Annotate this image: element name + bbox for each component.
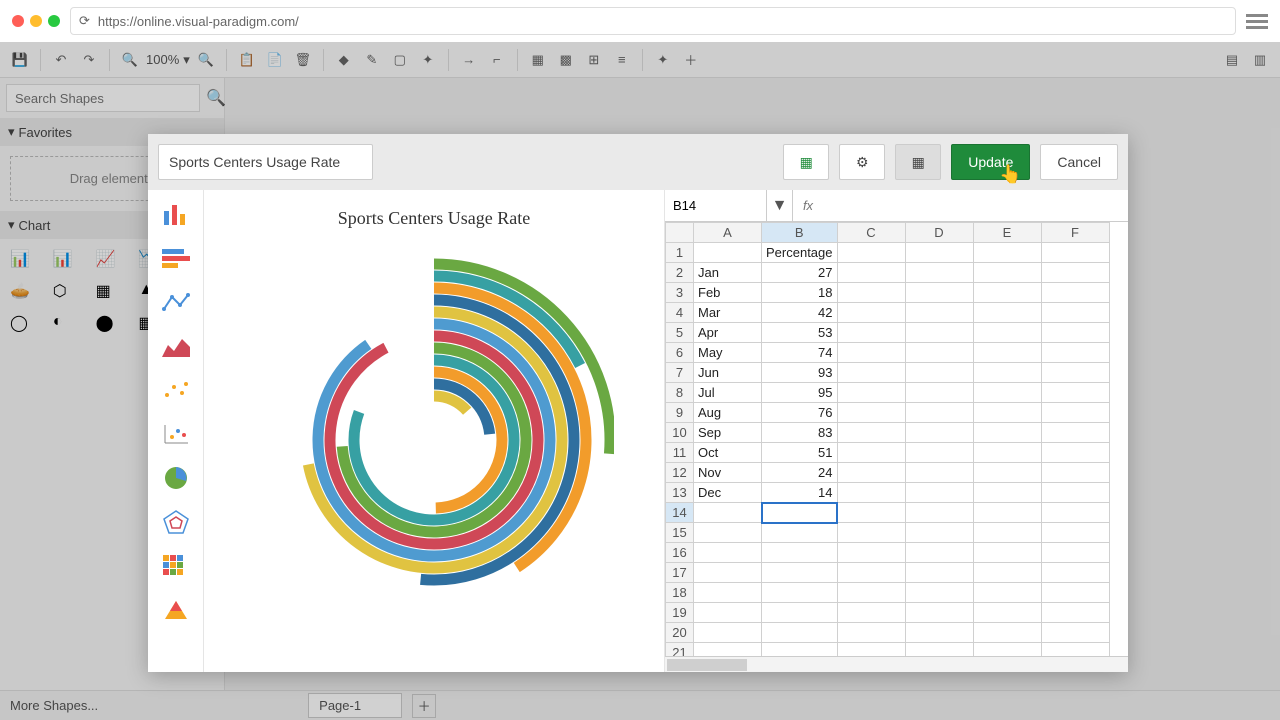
chart-title-input[interactable]: Sports Centers Usage Rate xyxy=(158,144,373,180)
url-text: https://online.visual-paradigm.com/ xyxy=(98,14,299,29)
horizontal-scrollbar[interactable] xyxy=(665,656,1128,672)
radial-bar-chart xyxy=(254,250,614,630)
scatter-chart-type[interactable] xyxy=(158,374,194,406)
scatter-axes-type[interactable] xyxy=(158,418,194,450)
maximize-window[interactable] xyxy=(48,15,60,27)
chart-type-list xyxy=(148,190,204,672)
chart-title-label: Sports Centers Usage Rate xyxy=(204,190,664,229)
area-chart-type[interactable] xyxy=(158,330,194,362)
pie-chart-type[interactable] xyxy=(158,462,194,494)
dialog-header: Sports Centers Usage Rate ▦ ⚙ ▦ Update 👆… xyxy=(148,134,1128,190)
spreadsheet-grid[interactable]: ABCDEF1Percentage2Jan273Feb184Mar425Apr5… xyxy=(665,222,1128,656)
data-spreadsheet: B14 ▼ fx ABCDEF1Percentage2Jan273Feb184M… xyxy=(664,190,1128,672)
import-excel-button[interactable]: ▦ xyxy=(783,144,829,180)
chart-editor-dialog: Sports Centers Usage Rate ▦ ⚙ ▦ Update 👆… xyxy=(148,134,1128,672)
radar-chart-type[interactable] xyxy=(158,506,194,538)
chart-settings-button[interactable]: ⚙ xyxy=(839,144,885,180)
cell-reference-box[interactable]: B14 xyxy=(665,190,767,221)
browser-chrome: ⟳ https://online.visual-paradigm.com/ xyxy=(0,0,1280,42)
stacked-bar-type[interactable] xyxy=(158,242,194,274)
fx-label: fx xyxy=(793,198,823,213)
minimize-window[interactable] xyxy=(30,15,42,27)
update-button[interactable]: Update 👆 xyxy=(951,144,1030,180)
grid-icon: ▦ xyxy=(912,154,925,171)
formula-bar[interactable] xyxy=(823,190,1128,221)
window-controls xyxy=(12,15,60,27)
cancel-button[interactable]: Cancel xyxy=(1040,144,1118,180)
heatmap-chart-type[interactable] xyxy=(158,550,194,582)
pyramid-chart-type[interactable] xyxy=(158,594,194,626)
address-bar[interactable]: ⟳ https://online.visual-paradigm.com/ xyxy=(70,7,1236,35)
reload-icon[interactable]: ⟳ xyxy=(79,13,90,29)
chart-preview: Sports Centers Usage Rate xyxy=(204,190,664,672)
hamburger-menu-icon[interactable] xyxy=(1246,14,1268,29)
toggle-data-grid-button[interactable]: ▦ xyxy=(895,144,941,180)
column-chart-type[interactable] xyxy=(158,198,194,230)
gear-icon: ⚙ xyxy=(856,154,869,171)
close-window[interactable] xyxy=(12,15,24,27)
line-chart-type[interactable] xyxy=(158,286,194,318)
name-box-dropdown-icon[interactable]: ▼ xyxy=(767,190,793,221)
